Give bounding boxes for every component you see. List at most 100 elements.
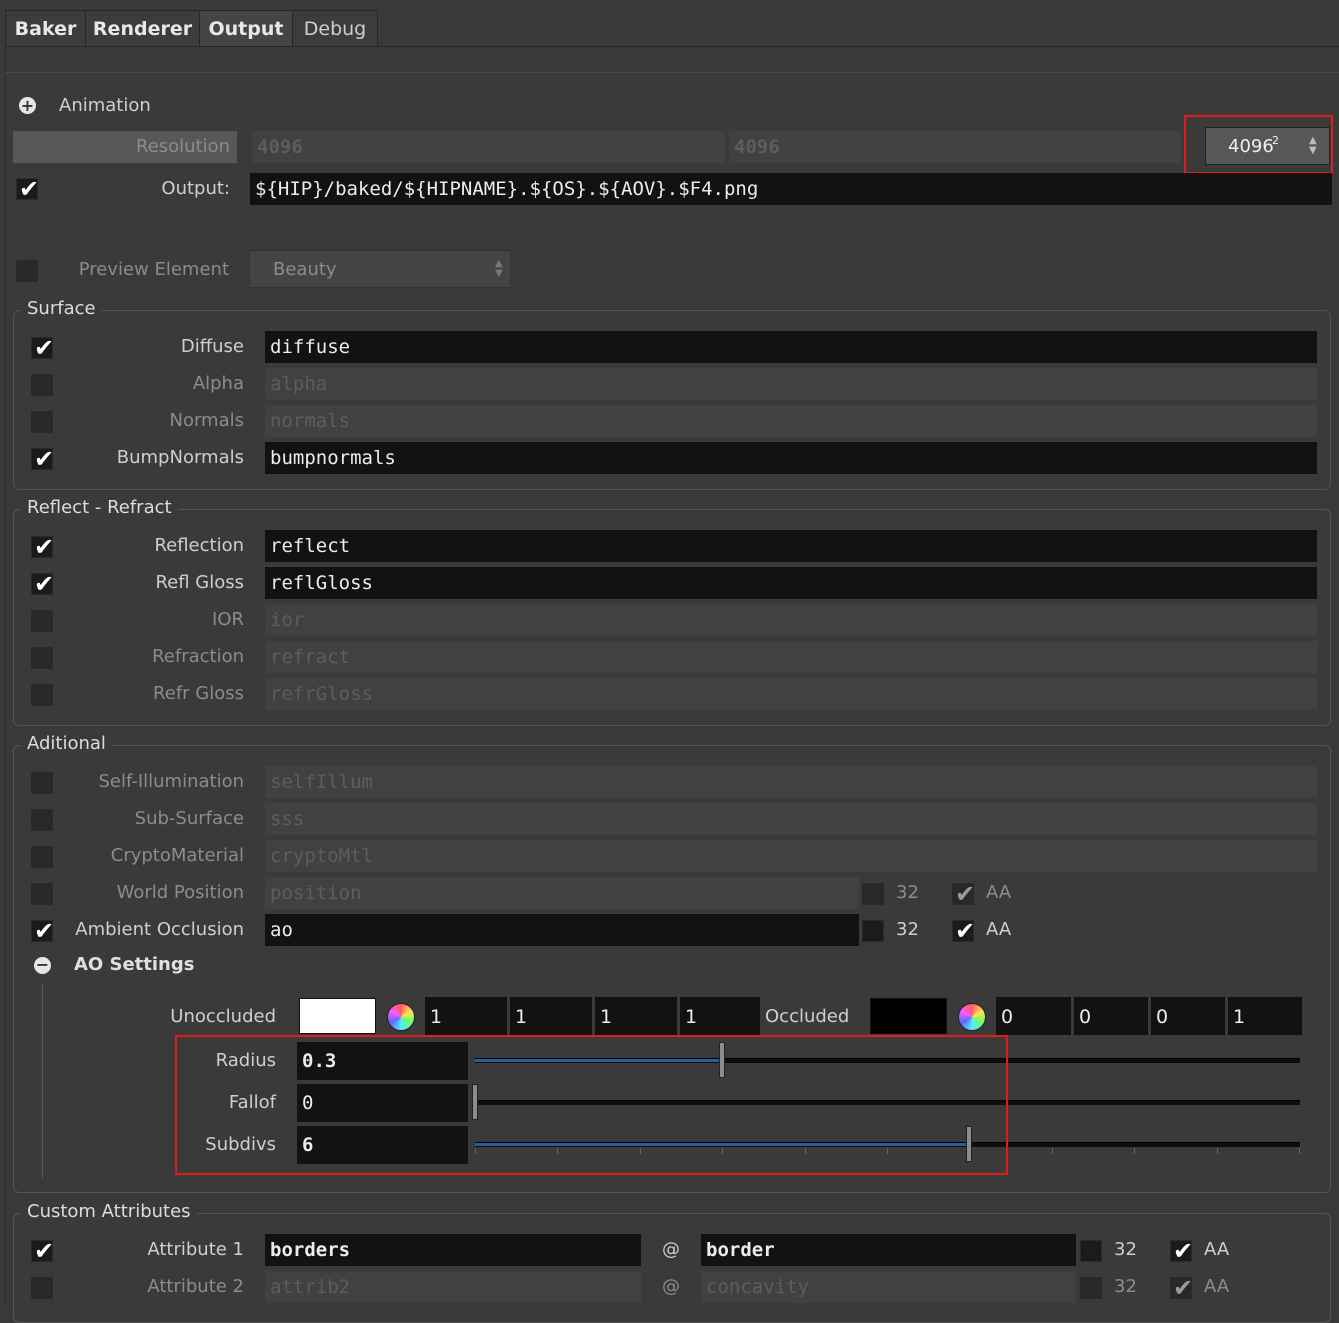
bumpnormals-label: BumpNormals — [116, 447, 244, 468]
sub-surface-checkbox[interactable] — [31, 809, 53, 831]
collapse-minus-icon[interactable]: − — [34, 957, 51, 974]
tab-baker[interactable]: Baker — [5, 10, 86, 47]
normals-checkbox[interactable] — [31, 411, 53, 433]
attribute-2-32bit-checkbox[interactable] — [1080, 1277, 1102, 1299]
ior-field[interactable]: ior — [265, 604, 1317, 636]
resolution-label: Resolution — [135, 136, 230, 157]
refr-gloss-label: Refr Gloss — [153, 683, 244, 704]
occluded-b-field[interactable]: 0 — [1151, 997, 1225, 1035]
bumpnormals-field[interactable]: bumpnormals — [265, 442, 1317, 474]
occluded-a-field[interactable]: 1 — [1228, 997, 1302, 1035]
checkmark-icon: ✔ — [955, 880, 976, 908]
normals-field[interactable]: normals — [265, 405, 1317, 437]
unoccluded-r-field[interactable]: 1 — [425, 997, 507, 1035]
color-wheel-icon[interactable] — [958, 1003, 986, 1031]
occluded-color-swatch[interactable] — [870, 998, 947, 1034]
reflect-refract-title: Reflect - Refract — [21, 497, 178, 518]
tab-debug[interactable]: Debug — [292, 10, 378, 47]
refl-gloss-field[interactable]: reflGloss — [265, 567, 1317, 599]
preview-checkbox[interactable] — [16, 260, 38, 282]
alpha-field[interactable]: alpha — [265, 368, 1317, 400]
world-position-field[interactable]: position — [265, 877, 859, 909]
attribute-2-name-field[interactable]: attrib2 — [265, 1271, 641, 1303]
refl-gloss-checkbox[interactable]: ✔ — [31, 570, 55, 598]
resolution-width-field[interactable]: 4096 — [252, 131, 725, 163]
resolution-height-field[interactable]: 4096 — [729, 131, 1181, 163]
diffuse-checkbox[interactable]: ✔ — [31, 334, 55, 362]
checkmark-icon: ✔ — [34, 917, 55, 945]
ambient-occlusion-label: Ambient Occlusion — [75, 919, 244, 940]
alpha-checkbox[interactable] — [31, 374, 53, 396]
refraction-checkbox[interactable] — [31, 647, 53, 669]
attribute-1-checkbox[interactable]: ✔ — [31, 1237, 54, 1265]
attribute-2-aa-checkbox[interactable]: ✔ — [1170, 1274, 1193, 1302]
expand-plus-icon[interactable]: + — [19, 97, 36, 114]
preview-dropdown[interactable]: Beauty ▲ ▼ — [249, 250, 511, 288]
reflection-label: Reflection — [154, 535, 244, 556]
unoccluded-a-field[interactable]: 1 — [680, 997, 760, 1035]
attribute-1-aa-label: AA — [1204, 1239, 1230, 1260]
attribute-1-aa-checkbox[interactable]: ✔ — [1170, 1237, 1194, 1265]
attribute-2-checkbox[interactable] — [31, 1277, 53, 1299]
world-position-aa-checkbox[interactable]: ✔ — [952, 880, 976, 908]
attribute-2-attr-field[interactable]: concavity — [701, 1271, 1076, 1303]
sub-surface-label: Sub-Surface — [134, 808, 244, 829]
ior-checkbox[interactable] — [31, 610, 53, 632]
preview-label: Preview Element — [78, 259, 229, 280]
attribute-1-32-label: 32 — [1114, 1239, 1137, 1260]
ambient-occlusion-checkbox[interactable]: ✔ — [31, 917, 55, 945]
animation-label: Animation — [59, 95, 151, 116]
reflection-checkbox[interactable]: ✔ — [31, 533, 55, 561]
bumpnormals-checkbox[interactable]: ✔ — [31, 445, 54, 473]
tab-renderer[interactable]: Renderer — [85, 10, 200, 47]
checkmark-icon: ✔ — [955, 917, 976, 945]
attribute-1-attr-field[interactable]: border — [701, 1234, 1076, 1266]
attribute-1-32bit-checkbox[interactable] — [1080, 1240, 1102, 1262]
ambient-occlusion-32-label: 32 — [896, 919, 919, 940]
world-position-32-label: 32 — [896, 882, 919, 903]
refr-gloss-field[interactable]: refrGloss — [265, 678, 1317, 710]
world-position-checkbox[interactable] — [31, 883, 53, 905]
unoccluded-g-field[interactable]: 1 — [510, 997, 592, 1035]
attribute-1-name-field[interactable]: borders — [265, 1234, 641, 1266]
diffuse-field[interactable]: diffuse — [265, 331, 1317, 363]
unoccluded-color-swatch[interactable] — [299, 998, 376, 1034]
occluded-label: Occluded — [765, 1006, 850, 1027]
cryptomaterial-checkbox[interactable] — [31, 846, 53, 868]
alpha-label: Alpha — [192, 373, 244, 394]
ior-label: IOR — [212, 609, 244, 630]
sub-surface-field[interactable]: sss — [265, 803, 1317, 835]
ambient-occlusion-32bit-checkbox[interactable] — [862, 920, 884, 942]
output-path-field[interactable]: ${HIP}/baked/${HIPNAME}.${OS}.${AOV}.$F4… — [250, 173, 1332, 205]
color-wheel-icon[interactable] — [387, 1003, 415, 1031]
refraction-field[interactable]: refract — [265, 641, 1317, 673]
unoccluded-b-field[interactable]: 1 — [595, 997, 677, 1035]
attribute-2-32-label: 32 — [1114, 1276, 1137, 1297]
ambient-occlusion-aa-checkbox[interactable]: ✔ — [952, 917, 976, 945]
at-symbol: @ — [662, 1276, 680, 1297]
spinner-arrows-icon: ▲ ▼ — [495, 258, 503, 279]
custom-attributes-title: Custom Attributes — [21, 1201, 197, 1222]
checkmark-icon: ✔ — [34, 533, 55, 561]
world-position-label: World Position — [116, 882, 244, 903]
output-label: Output: — [161, 178, 230, 199]
occluded-r-field[interactable]: 0 — [996, 997, 1071, 1035]
refr-gloss-checkbox[interactable] — [31, 684, 53, 706]
reflection-field[interactable]: reflect — [265, 530, 1317, 562]
world-position-32bit-checkbox[interactable] — [862, 883, 884, 905]
cryptomaterial-field[interactable]: cryptoMtl — [265, 840, 1317, 872]
checkmark-icon: ✔ — [34, 334, 55, 362]
output-checkbox[interactable]: ✔ — [16, 175, 39, 203]
panel-separator — [5, 72, 1339, 73]
self-illumination-checkbox[interactable] — [31, 772, 53, 794]
self-illumination-field[interactable]: selfIllum — [265, 766, 1317, 798]
additional-title: Aditional — [21, 733, 112, 754]
checkmark-icon: ✔ — [34, 570, 55, 598]
self-illumination-label: Self-Illumination — [98, 771, 244, 792]
checkmark-icon: ✔ — [1173, 1237, 1194, 1265]
attribute-2-label: Attribute 2 — [147, 1276, 244, 1297]
panel-border — [5, 47, 6, 1307]
tab-output[interactable]: Output — [199, 10, 293, 47]
occluded-g-field[interactable]: 0 — [1074, 997, 1148, 1035]
ambient-occlusion-field[interactable]: ao — [265, 914, 859, 946]
